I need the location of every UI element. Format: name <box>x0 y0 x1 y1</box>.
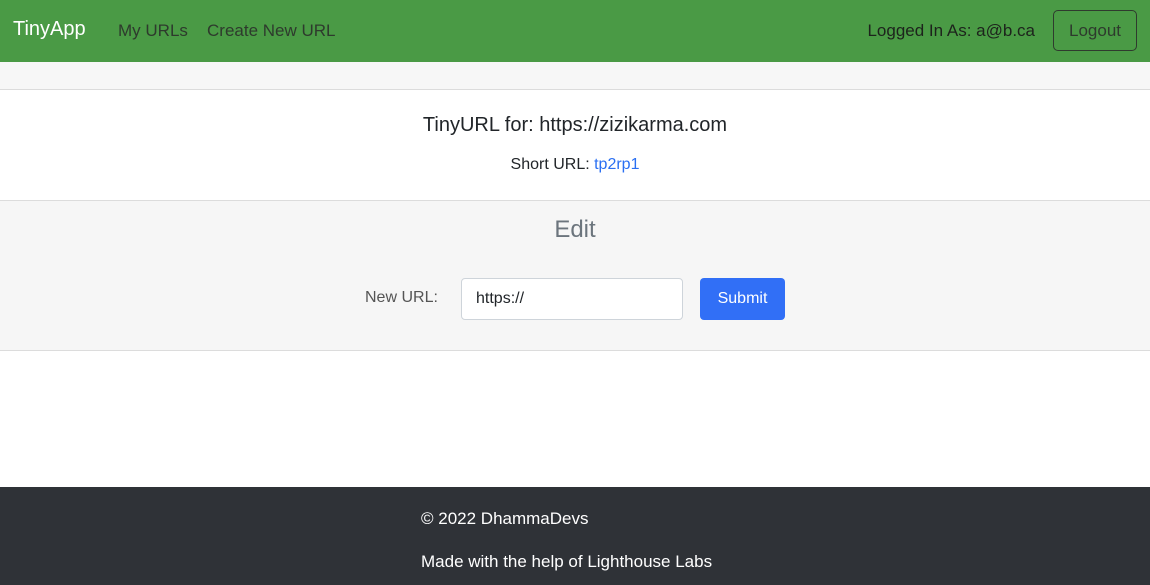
footer-credit: Made with the help of Lighthouse Labs <box>421 552 713 571</box>
footer-copyright: © 2022 DhammaDevs <box>421 509 589 528</box>
brand-link[interactable]: TinyApp <box>13 18 86 41</box>
new-url-input[interactable] <box>461 278 683 320</box>
page-title: TinyURL for: https://zizikarma.com <box>422 114 728 136</box>
logged-in-status: Logged In As: a@b.ca <box>867 21 1035 40</box>
short-url-link[interactable]: tp2rp1 <box>594 156 639 173</box>
new-url-label: New URL: <box>365 289 438 306</box>
footer: © 2022 DhammaDevs Made with the help of … <box>0 487 1150 585</box>
logout-button[interactable]: Logout <box>1053 10 1137 51</box>
nav-create-new-url[interactable]: Create New URL <box>207 21 336 41</box>
short-url-label: Short URL: <box>510 156 595 173</box>
edit-section: Edit New URL: Submit <box>0 200 1150 351</box>
header-band <box>0 62 1150 90</box>
submit-button[interactable]: Submit <box>700 278 785 320</box>
short-url-line: Short URL: tp2rp1 <box>0 156 1150 174</box>
edit-heading: Edit <box>554 216 596 243</box>
nav-my-urls[interactable]: My URLs <box>118 21 188 41</box>
navbar: TinyApp My URLs Create New URL Logged In… <box>0 0 1150 62</box>
